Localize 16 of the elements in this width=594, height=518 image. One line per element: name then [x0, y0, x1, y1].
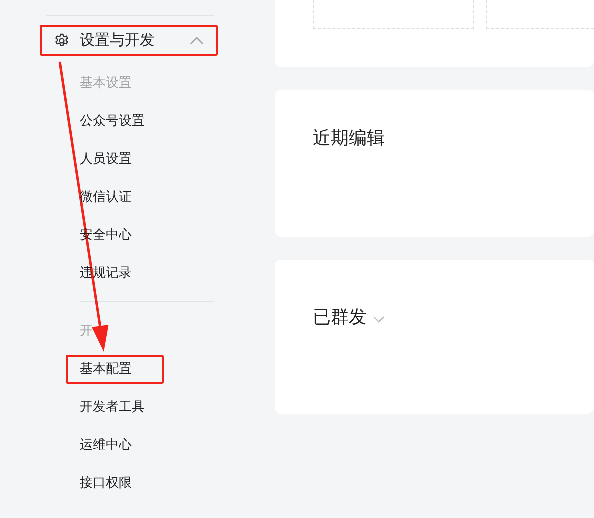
section-heading: 开	[79, 323, 93, 340]
menu-item[interactable]: 开发者工具	[66, 392, 177, 422]
section-heading: 基本设置	[79, 75, 132, 92]
upload-slot[interactable]	[486, 0, 594, 29]
menu-item[interactable]: 人员设置	[66, 144, 164, 174]
chevron-icon	[190, 36, 204, 44]
menu-item[interactable]: 接口权限	[66, 468, 164, 498]
chevron-down-icon[interactable]	[373, 316, 385, 322]
gear-icon	[54, 32, 70, 48]
menu-item[interactable]: 基本配置	[66, 354, 164, 384]
upload-slot[interactable]	[313, 0, 474, 29]
menu-item[interactable]: 运维中心	[66, 430, 164, 460]
menu-item[interactable]: 公众号设置	[66, 106, 177, 136]
card-title: 近期编辑	[313, 127, 385, 150]
menu-group-header[interactable]: 设置与开发	[40, 25, 218, 56]
card-title: 已群发	[313, 306, 367, 329]
